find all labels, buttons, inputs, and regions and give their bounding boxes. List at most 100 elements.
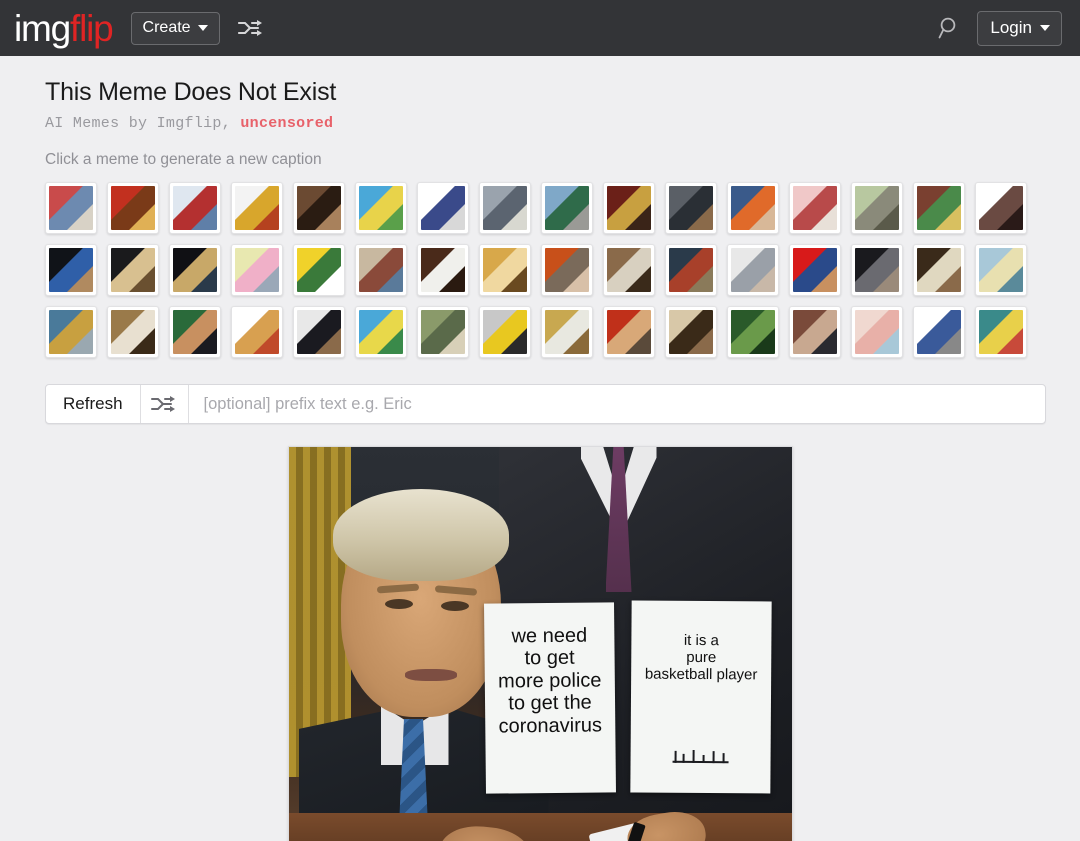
thumb-artwork [111, 248, 155, 292]
meme-template-thumb-disaster-girl[interactable] [541, 244, 593, 296]
meme-template-thumb-news-flag-graphic[interactable] [913, 306, 965, 358]
meme-template-thumb-kermit-green[interactable] [727, 306, 779, 358]
meme-template-thumb-leonardo-cheers[interactable] [169, 244, 221, 296]
meme-template-thumb-obama-crowd-green[interactable] [169, 306, 221, 358]
thumb-artwork [359, 186, 403, 230]
thumb-artwork [49, 310, 93, 354]
meme-template-thumb-white-list-panel[interactable] [417, 182, 469, 234]
meme-template-thumb-drummer-vintage[interactable] [913, 244, 965, 296]
meme-template-thumb-futurama-fry[interactable] [727, 182, 779, 234]
meme-template-thumb-military-officer[interactable] [603, 182, 655, 234]
thumb-artwork [731, 248, 775, 292]
chevron-down-icon [1040, 24, 1050, 31]
toolbar-shuffle-icon[interactable] [141, 385, 189, 423]
meme-template-thumb-baby-hands-pink[interactable] [851, 306, 903, 358]
caption-line: basketball player [644, 665, 757, 683]
header-shuffle-icon[interactable] [237, 19, 264, 37]
thumb-artwork [235, 248, 279, 292]
thumb-artwork [793, 310, 837, 354]
meme-template-thumb-muscle-arm-red[interactable] [603, 306, 655, 358]
create-button[interactable]: Create [130, 11, 220, 45]
caption-line: more police [497, 669, 602, 693]
thumb-artwork [607, 186, 651, 230]
thumb-artwork [855, 186, 899, 230]
thumb-artwork [793, 248, 837, 292]
meme-template-thumb-oprah-you-get-a-car[interactable] [789, 244, 841, 296]
instruction-text: Click a meme to generate a new caption [45, 151, 322, 168]
meme-template-thumb-pikachu-spongebob[interactable] [355, 182, 407, 234]
meme-template-thumb-pikachu-surprised[interactable] [293, 244, 345, 296]
content-column: This Meme Does Not Exist AI Memes by Img… [0, 78, 1080, 424]
meme-template-grid [45, 182, 1046, 358]
caption-line: we need [510, 624, 587, 648]
meme-template-thumb-office-guy-tie[interactable] [45, 306, 97, 358]
logo-img-text: img [14, 7, 71, 49]
meme-template-thumb-man-in-doorway[interactable] [665, 182, 717, 234]
page-body: This Meme Does Not Exist AI Memes by Img… [0, 56, 1080, 841]
thumb-artwork [421, 186, 465, 230]
meme-template-thumb-highway-exit-sign[interactable] [541, 182, 593, 234]
caption-line: it is a [683, 631, 719, 650]
meme-template-thumb-comic-strip-pink[interactable] [789, 182, 841, 234]
meme-template-thumb-comic-blue-panels[interactable] [975, 244, 1027, 296]
prefix-text-input[interactable] [188, 385, 1045, 423]
meme-template-thumb-street-police-car[interactable] [479, 182, 531, 234]
meme-template-thumb-red-haired-survivor[interactable] [665, 244, 717, 296]
caption-line: to get the [507, 691, 592, 715]
meme-template-thumb-cartoon-room-scene[interactable] [975, 306, 1027, 358]
page-title: This Meme Does Not Exist [45, 78, 337, 106]
thumb-artwork [173, 248, 217, 292]
thumb-artwork [49, 186, 93, 230]
meme-template-thumb-third-world-kid[interactable] [107, 306, 159, 358]
meme-template-thumb-tv-interview-woman[interactable] [789, 306, 841, 358]
meme-template-thumb-dancing-silhouettes[interactable] [665, 306, 717, 358]
meme-template-thumb-two-buttons-people[interactable] [45, 182, 97, 234]
thumb-artwork [545, 248, 589, 292]
meme-template-thumb-red-bus-scene[interactable] [107, 182, 159, 234]
meme-left-caption-text: we need to get more police to get the corona… [488, 624, 611, 737]
thumb-artwork [359, 310, 403, 354]
meme-template-thumb-spongebob-scene[interactable] [355, 306, 407, 358]
meme-template-thumb-blank-tan-strip[interactable] [231, 306, 283, 358]
search-icon[interactable] [937, 15, 963, 41]
refresh-toolbar: Refresh [45, 384, 1046, 424]
meme-template-thumb-bird-on-ledge[interactable] [417, 244, 469, 296]
meme-template-thumb-politician-podium[interactable] [293, 306, 345, 358]
face-eye-right [440, 601, 469, 611]
meme-template-thumb-old-man-reading[interactable] [541, 306, 593, 358]
thumb-artwork [731, 310, 775, 354]
desk-surface [288, 813, 792, 841]
thumb-artwork [297, 310, 341, 354]
login-button[interactable]: Login [977, 10, 1062, 46]
meme-template-thumb-picard-facepalm[interactable] [851, 244, 903, 296]
meme-right-caption-text: it is a pure basketball player [635, 631, 767, 684]
meme-template-thumb-success-kid-africa[interactable] [603, 244, 655, 296]
meme-template-thumb-obama-mic[interactable] [45, 244, 97, 296]
meme-template-thumb-cartoon-eyes-yellow[interactable] [479, 306, 531, 358]
thumb-artwork [111, 186, 155, 230]
imgflip-logo[interactable]: imgflip [14, 7, 114, 49]
generated-meme-image[interactable]: we need to get more police to get the corona… [287, 446, 793, 841]
thumb-artwork [421, 248, 465, 292]
site-header: imgflip Create Login [0, 0, 1080, 56]
thumb-artwork [235, 310, 279, 354]
meme-template-thumb-doge-shiba[interactable] [479, 244, 531, 296]
meme-template-thumb-waiting-skeleton[interactable] [851, 182, 903, 234]
meme-template-thumb-comic-panels-clown[interactable] [169, 182, 221, 234]
meme-template-thumb-clooney-tux[interactable] [107, 244, 159, 296]
meme-template-thumb-bearded-man[interactable] [293, 182, 345, 234]
meme-template-thumb-anime-boy-window[interactable] [355, 244, 407, 296]
thumb-artwork [855, 310, 899, 354]
thumb-artwork [483, 248, 527, 292]
meme-template-thumb-yellow-strip-blank[interactable] [231, 182, 283, 234]
face-mouth [404, 669, 457, 681]
meme-template-thumb-comic-pastel-panels[interactable] [231, 244, 283, 296]
meme-template-thumb-x-x-everywhere[interactable] [913, 182, 965, 234]
meme-caption-panel-right: it is a pure basketball player [629, 600, 772, 794]
page-subtitle: AI Memes by Imgflip, uncensored [45, 115, 1046, 132]
meme-template-thumb-crowd-blurred[interactable] [975, 182, 1027, 234]
thumb-artwork [235, 186, 279, 230]
meme-template-thumb-yoda[interactable] [417, 306, 469, 358]
refresh-button[interactable]: Refresh [46, 385, 141, 423]
meme-template-thumb-two-panel-bald-man[interactable] [727, 244, 779, 296]
